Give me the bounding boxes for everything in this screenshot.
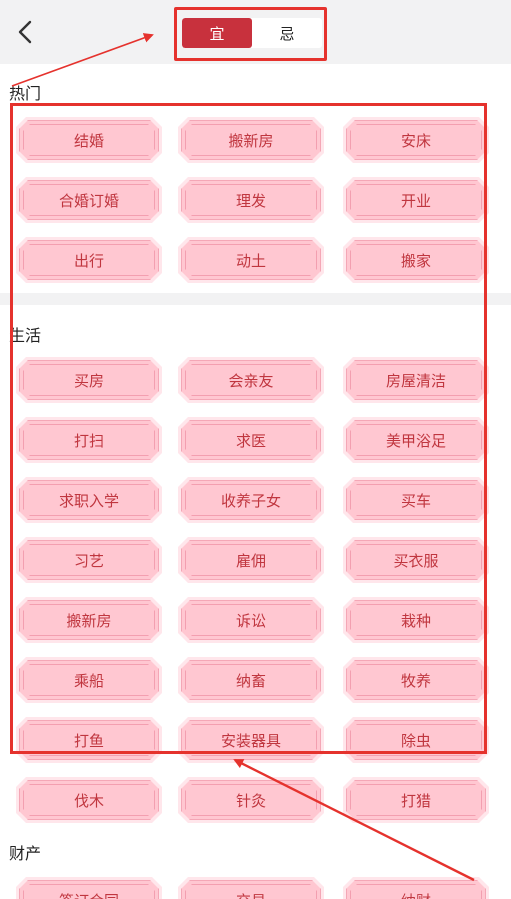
activity-tag[interactable]: 结婚 bbox=[19, 120, 159, 160]
activity-tag[interactable]: 雇佣 bbox=[181, 540, 321, 580]
activity-tag[interactable]: 牧养 bbox=[346, 660, 486, 700]
section-title-hot: 热门 bbox=[9, 84, 42, 103]
activity-tag[interactable]: 理发 bbox=[181, 180, 321, 220]
activity-tag[interactable]: 合婚订婚 bbox=[19, 180, 159, 220]
activity-tag-label: 合婚订婚 bbox=[58, 191, 119, 210]
activity-tag[interactable]: 除虫 bbox=[346, 720, 486, 760]
activity-tag-label: 结婚 bbox=[73, 131, 104, 150]
activity-tag[interactable]: 求职入学 bbox=[19, 480, 159, 520]
activity-tag[interactable]: 安装器具 bbox=[181, 720, 321, 760]
activity-tag-label: 针灸 bbox=[235, 791, 266, 810]
activity-tag[interactable]: 搬新房 bbox=[181, 120, 321, 160]
activity-tag[interactable]: 签订合同 bbox=[19, 880, 159, 899]
activity-tag[interactable]: 交易 bbox=[181, 880, 321, 899]
activity-tag[interactable]: 求医 bbox=[181, 420, 321, 460]
activity-tag-label: 安床 bbox=[400, 131, 431, 150]
activity-tag-label: 签订合同 bbox=[59, 890, 119, 899]
activity-tag[interactable]: 栽种 bbox=[346, 600, 486, 640]
activity-tag-label: 除虫 bbox=[400, 731, 431, 750]
activity-tag-label: 打猎 bbox=[400, 791, 431, 810]
activity-tag[interactable]: 打扫 bbox=[19, 420, 159, 460]
activity-tag[interactable]: 收养子女 bbox=[181, 480, 321, 520]
activity-tag[interactable]: 搬家 bbox=[346, 240, 486, 280]
activity-tag-label: 纳财 bbox=[401, 890, 431, 899]
activity-tag-label: 开业 bbox=[400, 191, 431, 210]
activity-tag[interactable]: 打猎 bbox=[346, 780, 486, 820]
activity-tag-label: 房屋清洁 bbox=[385, 371, 446, 390]
activity-tag[interactable]: 美甲浴足 bbox=[346, 420, 486, 460]
activity-tag[interactable]: 诉讼 bbox=[181, 600, 321, 640]
activity-tag[interactable]: 房屋清洁 bbox=[346, 360, 486, 400]
activity-tag-label: 打扫 bbox=[73, 431, 104, 450]
activity-tag-label: 雇佣 bbox=[235, 551, 266, 570]
section-title-property: 财产 bbox=[9, 844, 42, 863]
activity-tag[interactable]: 纳畜 bbox=[181, 660, 321, 700]
activity-tag-label: 收养子女 bbox=[220, 491, 281, 510]
activity-tag[interactable]: 会亲友 bbox=[181, 360, 321, 400]
activity-tag[interactable]: 针灸 bbox=[181, 780, 321, 820]
activity-tag-label: 安装器具 bbox=[220, 731, 281, 750]
activity-tag[interactable]: 买车 bbox=[346, 480, 486, 520]
activity-tag-label: 买房 bbox=[73, 371, 104, 390]
activity-tag-label: 动土 bbox=[235, 251, 266, 270]
activity-tag[interactable]: 买房 bbox=[19, 360, 159, 400]
activity-tag-label: 纳畜 bbox=[235, 671, 266, 690]
activity-tag[interactable]: 纳财 bbox=[346, 880, 486, 899]
activity-tag-label: 习艺 bbox=[73, 551, 104, 570]
activity-tag[interactable]: 乘船 bbox=[19, 660, 159, 700]
activity-tag[interactable]: 伐木 bbox=[19, 780, 159, 820]
activity-tag-label: 乘船 bbox=[73, 671, 104, 690]
activity-tag-label: 交易 bbox=[236, 890, 266, 899]
activity-tag-label: 出行 bbox=[73, 251, 104, 270]
activity-tag-label: 栽种 bbox=[400, 611, 431, 630]
activity-tag[interactable]: 开业 bbox=[346, 180, 486, 220]
activity-tag-label: 诉讼 bbox=[235, 611, 266, 630]
activity-tag-label: 打鱼 bbox=[73, 731, 104, 750]
activity-tag[interactable]: 习艺 bbox=[19, 540, 159, 580]
activity-tag-label: 搬新房 bbox=[66, 611, 112, 630]
activity-tag[interactable]: 安床 bbox=[346, 120, 486, 160]
activity-tag-label: 搬家 bbox=[400, 251, 431, 270]
activity-tag-label: 牧养 bbox=[400, 671, 431, 690]
activity-tag-label: 求职入学 bbox=[58, 491, 119, 510]
activity-tag-label: 买衣服 bbox=[393, 551, 439, 570]
section-title-life: 生活 bbox=[9, 326, 42, 345]
activity-tag[interactable]: 动土 bbox=[181, 240, 321, 280]
activity-tag[interactable]: 出行 bbox=[19, 240, 159, 280]
activity-tag-label: 美甲浴足 bbox=[385, 431, 446, 450]
activity-tag-label: 买车 bbox=[400, 491, 431, 510]
section-divider bbox=[0, 293, 511, 305]
activity-tag-label: 搬新房 bbox=[228, 131, 274, 150]
activity-tag[interactable]: 买衣服 bbox=[346, 540, 486, 580]
activity-tag-label: 伐木 bbox=[73, 791, 104, 810]
chevron-left-icon[interactable] bbox=[10, 17, 40, 47]
activity-tag[interactable]: 搬新房 bbox=[19, 600, 159, 640]
toggle-annotation-box bbox=[174, 7, 327, 61]
activity-tag-label: 求医 bbox=[235, 431, 266, 450]
activity-tag-label: 会亲友 bbox=[228, 371, 274, 390]
activity-tag-label: 理发 bbox=[235, 191, 266, 210]
activity-tag[interactable]: 打鱼 bbox=[19, 720, 159, 760]
top-bar: 宜 忌 bbox=[0, 0, 511, 64]
